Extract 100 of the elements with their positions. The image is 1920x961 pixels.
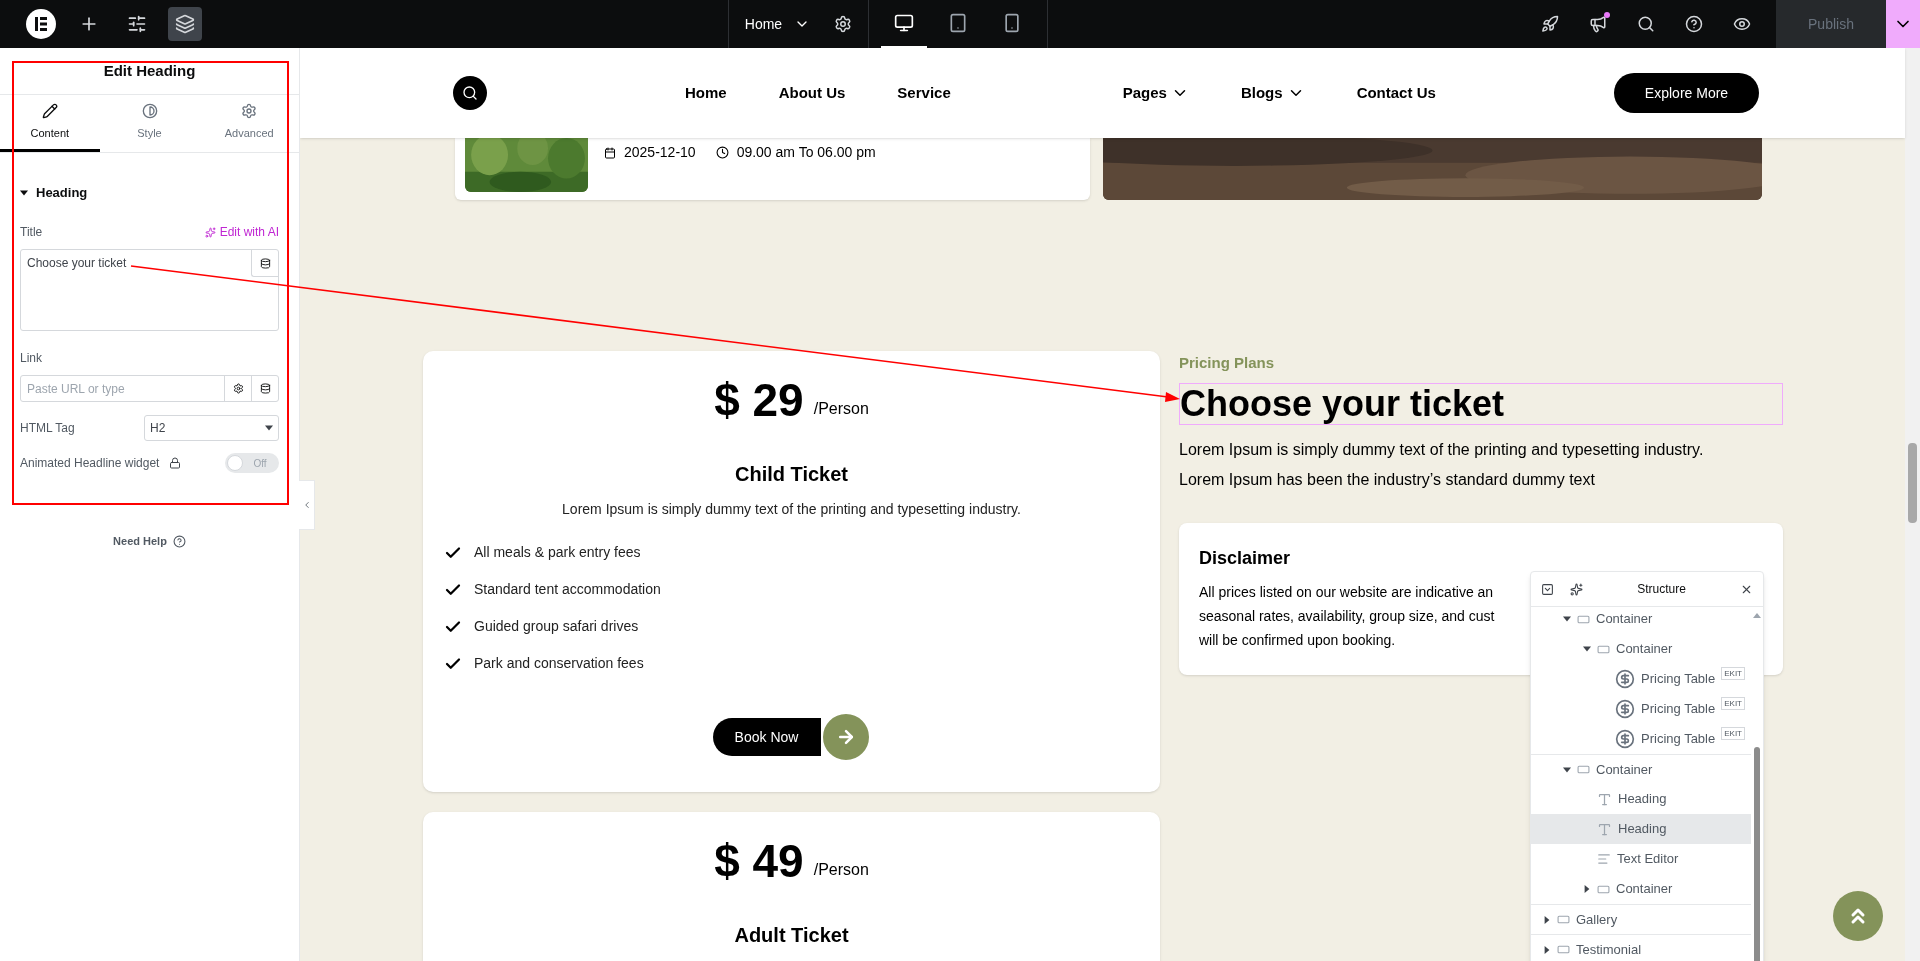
caret-icon xyxy=(20,189,28,197)
structure-item[interactable]: Pricing Table EKIT xyxy=(1531,694,1751,724)
page-menu[interactable]: Home xyxy=(744,13,811,35)
panel-tab[interactable]: Style xyxy=(99,95,200,152)
dollar-icon xyxy=(1615,699,1635,719)
caret-icon xyxy=(1563,765,1571,774)
event-time: 09.00 am To 06.00 pm xyxy=(736,143,876,162)
panel-tab[interactable]: Content xyxy=(0,95,100,152)
paragraph-line: Lorem Ipsum is simply dummy text of the printing and typesetting industry. xyxy=(1179,439,1705,460)
help-icon[interactable] xyxy=(172,534,186,548)
item-label: Container xyxy=(1616,640,1673,659)
nav-link[interactable]: Contact Us xyxy=(1356,81,1436,105)
item-label: Heading xyxy=(1618,790,1667,809)
dynamic-tags-button[interactable] xyxy=(251,250,278,277)
price: $ 49 xyxy=(714,838,804,884)
field-label: Link xyxy=(20,350,43,367)
price: $ 29 xyxy=(714,377,804,423)
caret-icon xyxy=(1583,885,1591,893)
link-field[interactable]: Paste URL or type xyxy=(20,375,279,402)
pencil-icon xyxy=(41,102,58,119)
section-heading: Choose your ticket xyxy=(1179,382,1783,425)
field-label: Animated Headline widget xyxy=(20,455,160,472)
title-textarea[interactable]: Choose your ticket xyxy=(20,249,279,331)
item-label: Container xyxy=(1596,610,1653,629)
nav-link[interactable]: Blogs xyxy=(1240,81,1305,105)
edit-with-ai-link[interactable]: Edit with AI xyxy=(204,223,279,241)
disclaimer-line: will be confirmed upon booking. xyxy=(1199,630,1396,650)
collapse-icon[interactable] xyxy=(1541,582,1554,596)
search-icon[interactable] xyxy=(1637,15,1655,33)
structure-item[interactable]: Gallery xyxy=(1531,904,1751,934)
megaphone-icon[interactable] xyxy=(1589,15,1607,33)
feature-text: Guided group safari drives xyxy=(474,617,639,636)
item-label: Testimonial xyxy=(1576,940,1642,959)
feature-text: Standard tent accommodation xyxy=(474,580,661,599)
structure-item[interactable]: Text Editor xyxy=(1531,844,1751,874)
nav-link[interactable]: Pages xyxy=(1122,81,1189,105)
structure-item[interactable]: Container xyxy=(1531,754,1751,784)
container-icon xyxy=(1557,943,1570,956)
scroll-to-top-button[interactable] xyxy=(1833,891,1883,941)
structure-item[interactable]: Container xyxy=(1531,634,1751,664)
nav-link[interactable]: Service xyxy=(897,81,951,105)
layers-icon[interactable] xyxy=(175,14,195,34)
sparkle-icon[interactable] xyxy=(1570,582,1583,596)
gear-icon[interactable] xyxy=(834,15,853,33)
field-label: HTML Tag xyxy=(20,420,75,437)
calendar-icon xyxy=(604,146,616,159)
structure-item[interactable]: Container xyxy=(1531,874,1751,904)
eye-icon[interactable] xyxy=(1733,15,1751,33)
item-label: Text Editor xyxy=(1617,850,1679,869)
toolbar-button[interactable] xyxy=(168,7,202,41)
container-icon xyxy=(1577,763,1590,776)
sliders-icon[interactable] xyxy=(127,14,147,34)
explore-more-button[interactable]: Explore More xyxy=(1614,73,1759,113)
gear-icon xyxy=(241,102,258,119)
search-button[interactable] xyxy=(453,76,487,110)
title-value: Choose your ticket xyxy=(26,255,128,272)
gear-icon xyxy=(232,383,244,394)
scrollbar-thumb[interactable] xyxy=(1908,443,1917,523)
item-label: Pricing Table xyxy=(1641,670,1716,689)
item-label: Heading xyxy=(1618,820,1667,839)
caret-icon xyxy=(1583,645,1591,653)
structure-item[interactable]: Pricing Table EKIT xyxy=(1531,664,1751,694)
structure-item[interactable]: Container xyxy=(1531,607,1751,634)
nav-link[interactable]: Home xyxy=(685,81,727,105)
item-label: Gallery xyxy=(1576,910,1618,929)
eyebrow-text: Pricing Plans xyxy=(1179,353,1276,373)
desktop-icon xyxy=(894,13,915,33)
ticket-description: Lorem Ipsum is simply dummy text of the printing and typesetting industry. xyxy=(562,500,1021,519)
structure-item[interactable]: Heading xyxy=(1531,814,1751,844)
html-tag-select[interactable]: H2 xyxy=(144,415,279,441)
caret-icon xyxy=(1563,615,1571,623)
container-icon xyxy=(1557,913,1570,926)
scrollbar-thumb[interactable] xyxy=(1754,747,1760,961)
panel-tab[interactable]: Advanced xyxy=(199,95,299,152)
dollar-icon xyxy=(1615,669,1635,689)
rocket-icon[interactable] xyxy=(1541,15,1559,33)
clock-icon xyxy=(715,146,729,159)
tablet-icon xyxy=(948,13,969,33)
caret-icon xyxy=(1543,915,1551,924)
need-help-link[interactable]: Need Help xyxy=(113,533,167,550)
structure-item[interactable]: Testimonial xyxy=(1531,934,1751,961)
page-scrollbar[interactable] xyxy=(1905,48,1920,961)
section-toggle[interactable]: Heading xyxy=(20,183,279,203)
structure-item[interactable]: Heading xyxy=(1531,784,1751,814)
panel-title: Edit Heading xyxy=(103,60,196,81)
caret-icon xyxy=(1543,945,1551,954)
price-unit: /Person xyxy=(813,860,869,880)
link-input[interactable]: Paste URL or type xyxy=(21,379,224,398)
event-date: 2025-12-10 xyxy=(624,143,696,162)
nav-link[interactable]: About Us xyxy=(778,81,846,105)
database-icon xyxy=(259,383,271,394)
item-label: Pricing Table xyxy=(1641,730,1716,749)
structure-item[interactable]: Pricing Table EKIT xyxy=(1531,724,1751,754)
text-lines-icon xyxy=(1597,852,1611,866)
item-badge: EKIT xyxy=(1721,667,1745,680)
item-label: Container xyxy=(1616,880,1673,899)
type-icon xyxy=(1597,791,1612,807)
search-icon xyxy=(462,85,478,101)
caret-icon xyxy=(265,424,273,432)
book-now-button[interactable]: Book Now xyxy=(712,718,821,756)
